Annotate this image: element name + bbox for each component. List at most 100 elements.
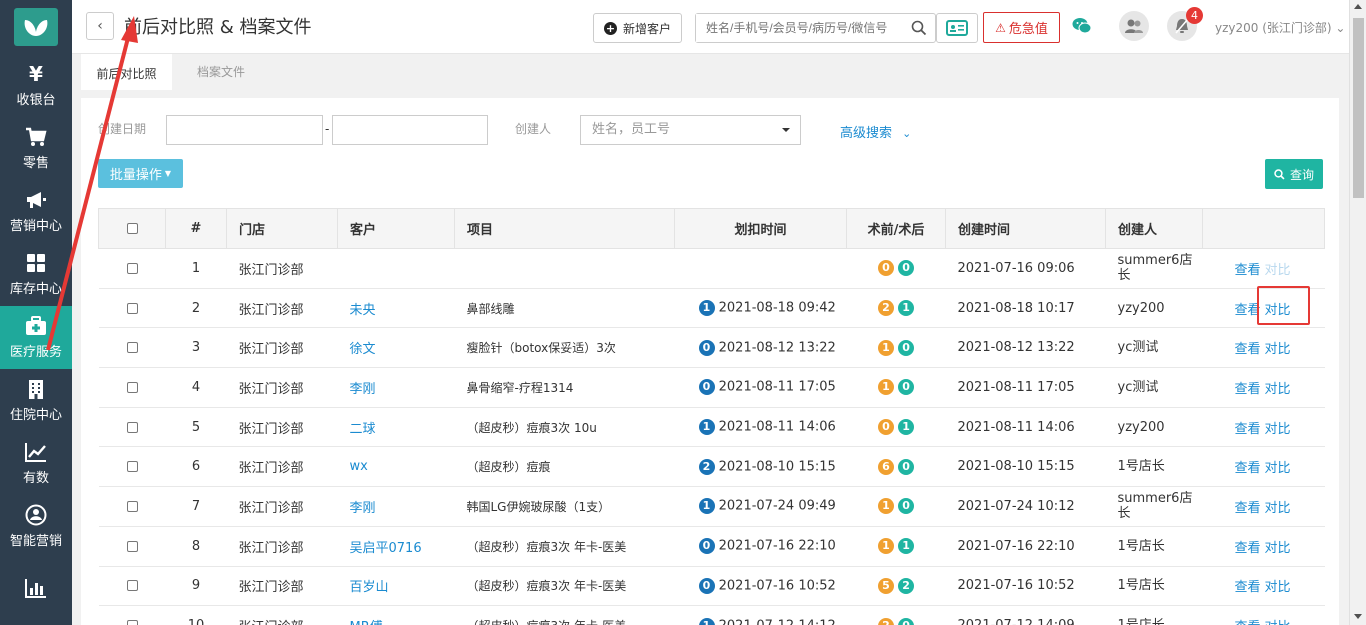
view-link[interactable]: 查看 <box>1235 580 1261 595</box>
sidebar-item-label: 住院中心 <box>9 408 62 423</box>
sidebar-item-8[interactable] <box>0 558 72 621</box>
creator-select[interactable]: 姓名，员工号 <box>580 115 801 145</box>
advanced-search-link[interactable]: 高级搜索 ⌄ <box>840 122 911 141</box>
pre-post-cell: 0 0 <box>846 248 946 289</box>
sidebar-item-4[interactable]: 医疗服务 <box>0 306 72 369</box>
sidebar-item-6[interactable]: 有数 <box>0 432 72 495</box>
row-checkbox[interactable] <box>126 461 138 473</box>
sidebar-item-2[interactable]: 营销中心 <box>0 180 72 243</box>
compare-link[interactable]: 对比 <box>1265 620 1291 625</box>
project-cell: （超皮秒）痘痕3次 年卡-医美 <box>454 525 675 566</box>
sidebar-item-3[interactable]: 库存中心 <box>0 243 72 306</box>
customer-link[interactable]: 李刚 <box>350 501 376 516</box>
select-all-checkbox[interactable] <box>126 223 138 234</box>
project-cell: 韩国LG伊婉玻尿酸（1支） <box>454 486 675 527</box>
compare-link[interactable]: 对比 <box>1265 541 1291 556</box>
tab-bar: 前后对比照 档案文件 <box>81 54 1349 90</box>
customer-link[interactable]: 李刚 <box>350 382 376 397</box>
actions-cell: 查看对比 <box>1202 565 1325 606</box>
view-link[interactable]: 查看 <box>1235 342 1261 357</box>
deduct-time-cell: 0 2021-07-16 22:10 <box>674 525 847 566</box>
sidebar-item-0[interactable]: ¥ 收银台 <box>0 54 72 117</box>
sidebar-item-label: 营销中心 <box>9 219 62 234</box>
double-chevron-down-icon: ⌄ <box>902 127 912 140</box>
customer-link[interactable]: 二球 <box>350 422 376 437</box>
scroll-up-icon[interactable] <box>1354 4 1362 9</box>
view-link[interactable]: 查看 <box>1235 620 1261 625</box>
sidebar-item-7[interactable]: 智能营销 <box>0 495 72 558</box>
row-checkbox[interactable] <box>126 262 138 274</box>
customer-link[interactable]: 未央 <box>350 303 376 318</box>
search-icon <box>1274 168 1285 180</box>
view-link[interactable]: 查看 <box>1235 263 1261 278</box>
row-checkbox[interactable] <box>126 580 138 592</box>
scroll-down-icon[interactable] <box>1354 614 1362 619</box>
compare-link[interactable]: 对比 <box>1265 342 1291 357</box>
logo[interactable] <box>0 0 72 54</box>
id-card-button[interactable] <box>936 13 978 43</box>
wechat-icon[interactable] <box>1072 17 1092 39</box>
sidebar-item-5[interactable]: 住院中心 <box>0 369 72 432</box>
creator-cell: yzy200 <box>1105 287 1203 328</box>
cart-icon <box>25 126 47 148</box>
date-end-input[interactable] <box>332 115 488 145</box>
created-time-cell: 2021-07-12 14:09 <box>945 605 1106 625</box>
customer-link[interactable]: 百岁山 <box>350 580 389 595</box>
row-checkbox[interactable] <box>126 500 138 512</box>
customer-link[interactable]: 徐文 <box>350 342 376 357</box>
sidebar-item-label: 医疗服务 <box>9 345 62 360</box>
compare-link[interactable]: 对比 <box>1265 501 1291 516</box>
row-checkbox[interactable] <box>126 381 138 393</box>
customer-search-input[interactable] <box>696 14 906 42</box>
new-customer-button[interactable]: + 新增客户 <box>593 13 683 43</box>
back-button[interactable]: ‹ <box>86 12 114 40</box>
customer-link[interactable]: wx <box>350 459 368 474</box>
search-icon[interactable] <box>911 20 927 36</box>
table-row: 3 张江门诊部 徐文 瘦脸针（botox保妥适）3次 0 2021-08-12 13:2… <box>98 327 1325 368</box>
users-button[interactable] <box>1119 11 1149 41</box>
row-checkbox[interactable] <box>126 342 138 354</box>
row-checkbox[interactable] <box>126 620 138 625</box>
danger-value-button[interactable]: ⚠ 危急值 <box>983 12 1060 43</box>
scroll-thumb[interactable] <box>1353 18 1364 198</box>
row-select-cell <box>98 327 166 368</box>
compare-link[interactable]: 对比 <box>1265 461 1291 476</box>
tab-compare-photos[interactable]: 前后对比照 <box>81 54 172 90</box>
tab-archive-files[interactable]: 档案文件 <box>176 54 266 90</box>
view-link[interactable]: 查看 <box>1235 541 1261 556</box>
row-checkbox[interactable] <box>126 540 138 552</box>
deduct-count-badge: 0 <box>698 339 715 356</box>
new-customer-label: 新增客户 <box>623 21 672 36</box>
tab-archive-label: 档案文件 <box>196 65 245 79</box>
date-start-input[interactable] <box>166 115 323 145</box>
creator-cell: yzy200 <box>1105 406 1203 447</box>
pre-count-badge: 0 <box>877 419 894 436</box>
compare-link[interactable]: 对比 <box>1265 263 1291 278</box>
page-scrollbar[interactable] <box>1349 0 1366 625</box>
view-link[interactable]: 查看 <box>1235 461 1261 476</box>
customer-link[interactable]: 吴启平0716 <box>350 541 422 556</box>
table-row: 6 张江门诊部 wx （超皮秒）痘痕 2 2021-08-10 15:15 6 0 2021… <box>98 446 1325 487</box>
project-cell: （超皮秒）痘痕3次 10u <box>454 406 675 447</box>
pre-post-cell: 1 0 <box>846 327 946 368</box>
query-button[interactable]: 查询 <box>1265 159 1323 189</box>
sidebar-item-1[interactable]: 零售 <box>0 117 72 180</box>
grid-icon <box>25 252 47 274</box>
project-cell: 鼻部线雕 <box>454 287 675 328</box>
compare-link[interactable]: 对比 <box>1265 382 1291 397</box>
batch-operations-button[interactable]: 批量操作 ▼ <box>98 159 183 188</box>
compare-link[interactable]: 对比 <box>1265 422 1291 437</box>
deduct-count-badge: 1 <box>698 419 715 436</box>
compare-link[interactable]: 对比 <box>1265 580 1291 595</box>
user-menu[interactable]: yzy200 (张江门诊部) ⌄ <box>1215 19 1345 36</box>
view-link[interactable]: 查看 <box>1235 422 1261 437</box>
post-count-badge: 0 <box>898 617 915 625</box>
view-link[interactable]: 查看 <box>1235 501 1261 516</box>
customer-link[interactable]: MR傅 <box>350 620 383 625</box>
deduct-time: 2021-08-10 15:15 <box>718 459 836 475</box>
row-checkbox[interactable] <box>126 302 138 314</box>
col-customer: 客户 <box>337 208 455 249</box>
row-checkbox[interactable] <box>126 421 138 433</box>
view-link[interactable]: 查看 <box>1235 382 1261 397</box>
pre-post-cell: 1 1 <box>846 525 946 566</box>
